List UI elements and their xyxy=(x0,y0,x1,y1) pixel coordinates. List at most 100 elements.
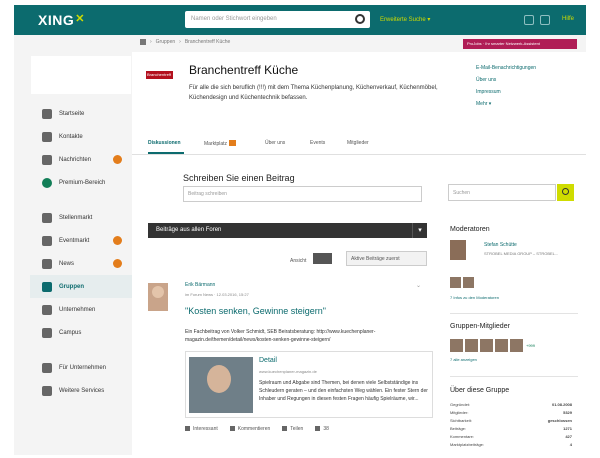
avatar[interactable] xyxy=(450,277,461,288)
sidebar-item-messages[interactable]: Nachrichten xyxy=(30,148,132,171)
avatar[interactable] xyxy=(450,339,463,352)
sidebar-item-contacts[interactable]: Kontakte xyxy=(30,125,132,148)
active-tab-indicator xyxy=(148,152,184,154)
post-actions: Interessant Kommentieren Teilen 38 xyxy=(185,426,430,432)
avatar[interactable] xyxy=(510,339,523,352)
group-header: Branchentreff Branchentreff Küche Für al… xyxy=(132,52,586,130)
sort-select[interactable]: Aktive Beiträge zuerst xyxy=(346,251,427,266)
comment-button[interactable]: Kommentieren xyxy=(229,426,270,432)
chevron-down-icon[interactable]: ⌄ xyxy=(416,282,421,289)
search-input[interactable]: Namen oder Stichwort eingeben xyxy=(185,11,370,28)
post-meta: im Forum News · 12.03.2016, 15:27 xyxy=(185,292,249,297)
sidebar-item-jobs[interactable]: Stellenmarkt xyxy=(30,206,132,229)
tab-events[interactable]: Events xyxy=(310,140,325,146)
groups-icon xyxy=(42,281,52,292)
sidebar-item-business[interactable]: Für Unternehmen xyxy=(30,356,132,379)
business-icon xyxy=(42,362,52,373)
search-icon[interactable] xyxy=(355,14,365,24)
group-actions: E-Mail-Benachrichtigungen Über uns Impre… xyxy=(476,65,536,113)
preview-title[interactable]: Detail xyxy=(259,357,277,364)
sidebar-item-premium[interactable]: Premium-Bereich xyxy=(30,171,132,194)
all-members-link[interactable]: 7 alle anzeigen xyxy=(450,357,477,362)
about-link[interactable]: Über uns xyxy=(476,77,536,83)
avatar[interactable] xyxy=(495,339,508,352)
like-button[interactable]: Interessant xyxy=(185,426,218,432)
stat-row: Beiträge: 1271 xyxy=(450,426,572,431)
avatar[interactable] xyxy=(148,283,168,311)
home-icon xyxy=(42,108,52,119)
home-icon[interactable] xyxy=(140,39,146,45)
sidebar-item-campus[interactable]: Campus xyxy=(30,321,132,344)
post-title[interactable]: "Kosten senken, Gewinne steigern" xyxy=(185,306,326,316)
premium-icon xyxy=(42,177,52,188)
avatar[interactable] xyxy=(480,339,493,352)
post-composer-input[interactable]: Beitrag schreiben xyxy=(183,186,422,202)
help-link[interactable]: Hilfe xyxy=(562,16,574,22)
stat-row: Kommentare: 427 xyxy=(450,434,572,439)
link-preview[interactable]: Detail www.kuechenplaner-magazin.de Spie… xyxy=(185,351,433,418)
notification-badge xyxy=(113,155,122,164)
tab-members[interactable]: Mitglieder xyxy=(347,140,369,146)
more-link[interactable]: Mehr ▾ xyxy=(476,101,536,107)
stat-row: Mitglieder: 5329 xyxy=(450,410,572,415)
search-button[interactable] xyxy=(557,184,574,201)
moderators-info-link[interactable]: 7 Infos zu den Moderatoren xyxy=(450,295,499,300)
stat-row: Marktplatzbeiträge: 4 xyxy=(450,442,572,447)
preview-image xyxy=(189,357,253,413)
thumb-icon xyxy=(185,426,190,431)
breadcrumb-item[interactable]: Gruppen xyxy=(156,39,175,45)
list-view-icon[interactable] xyxy=(313,253,332,264)
advanced-search-link[interactable]: Erweiterte Suche ▾ xyxy=(380,16,430,23)
chevron-down-icon[interactable]: ▾ xyxy=(412,223,427,238)
sidebar-item-services[interactable]: Weitere Services xyxy=(30,379,132,402)
page-title: Branchentreff Küche xyxy=(189,63,299,77)
moderator-name[interactable]: Stefan Schütte xyxy=(484,242,517,248)
members-heading: Gruppen-Mitglieder xyxy=(450,323,510,330)
tab-discussions[interactable]: Diskussionen xyxy=(148,140,181,146)
xing-logo[interactable]: XING✕ xyxy=(38,12,85,28)
comment-icon xyxy=(229,426,235,431)
tab-marketplace[interactable]: Marktplatz xyxy=(204,140,237,147)
view-count: 38 xyxy=(315,426,329,432)
messages-icon xyxy=(42,154,52,165)
eye-icon xyxy=(315,426,321,431)
services-icon xyxy=(42,385,52,396)
preview-description: Spielraum und Abgabe sind Themen, bei de… xyxy=(259,380,428,402)
post-author[interactable]: Erik Bärmann xyxy=(185,282,215,288)
sidebar-item-events[interactable]: Eventmarkt xyxy=(30,229,132,252)
share-icon xyxy=(282,426,288,431)
sidebar-item-home[interactable]: Startseite xyxy=(30,102,132,125)
moderators-heading: Moderatoren xyxy=(450,226,490,233)
campus-icon xyxy=(42,327,52,338)
avatar[interactable] xyxy=(465,339,478,352)
forum-filter-dropdown[interactable]: Beiträge aus allen Foren ▾ xyxy=(148,223,427,238)
sidebar-item-groups[interactable]: Gruppen xyxy=(30,275,132,298)
premium-promo-tag[interactable]: ProJobs · Ihr smarter Netzwerk-Assistent xyxy=(463,39,577,49)
avatar[interactable] xyxy=(450,240,466,260)
grid-icon[interactable] xyxy=(524,15,534,25)
imprint-link[interactable]: Impressum xyxy=(476,89,536,95)
members-more-count[interactable]: +999 xyxy=(526,343,535,348)
top-navigation-bar: XING✕ Namen oder Stichwort eingeben Erwe… xyxy=(14,5,586,35)
post-text: Ein Fachbeitrag von Volker Schmidt, SEB … xyxy=(185,329,376,343)
profile-card[interactable] xyxy=(31,56,131,94)
contacts-icon xyxy=(42,131,52,142)
preview-url: www.kuechenplaner-magazin.de xyxy=(259,369,317,374)
group-search-input[interactable]: Suchen xyxy=(448,184,556,201)
view-label: Ansicht xyxy=(290,258,307,264)
group-description: Für alle die sich beruflich (!!!) mit de… xyxy=(189,85,438,101)
share-button[interactable]: Teilen xyxy=(282,426,303,432)
stat-row: Sichtbarkeit: geschlossen xyxy=(450,418,572,423)
sidebar-item-news[interactable]: News xyxy=(30,252,132,275)
avatar[interactable] xyxy=(463,277,474,288)
events-icon xyxy=(42,235,52,246)
chevron-down-icon[interactable] xyxy=(540,15,550,25)
tab-about[interactable]: Über uns xyxy=(265,140,285,146)
about-heading: Über diese Gruppe xyxy=(450,387,510,394)
notification-badge xyxy=(113,236,122,245)
composer-title: Schreiben Sie einen Beitrag xyxy=(183,173,295,183)
notifications-link[interactable]: E-Mail-Benachrichtigungen xyxy=(476,65,536,71)
sidebar-item-companies[interactable]: Unternehmen xyxy=(30,298,132,321)
breadcrumb: › Gruppen › Branchentreff Küche xyxy=(140,39,230,45)
breadcrumb-item: Branchentreff Küche xyxy=(184,39,231,45)
